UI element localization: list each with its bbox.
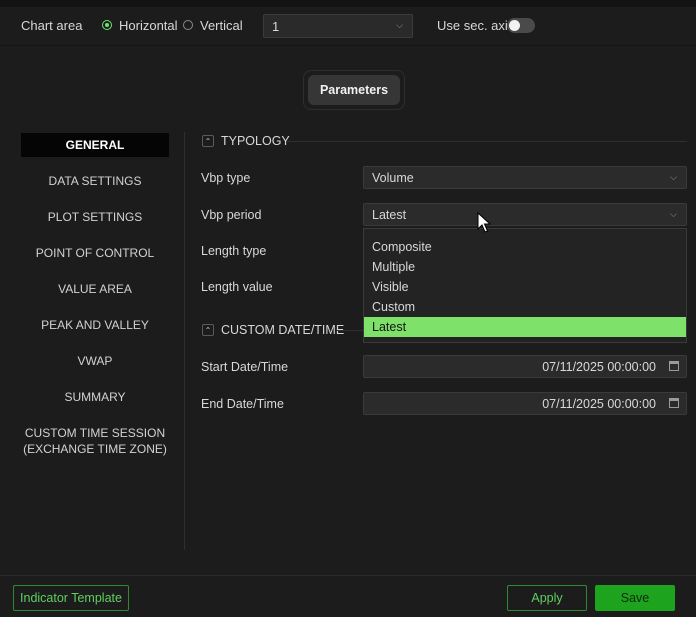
custom-datetime-divider bbox=[336, 330, 363, 331]
end-datetime-value: 07/11/2025 00:00:00 bbox=[542, 397, 656, 411]
horizontal-radio[interactable] bbox=[102, 20, 112, 30]
length-value-label: Length value bbox=[201, 280, 273, 294]
vbp-period-label: Vbp period bbox=[201, 208, 262, 222]
vbp-type-label: Vbp type bbox=[201, 171, 251, 185]
chart-select[interactable]: 1 ⌵ bbox=[263, 14, 413, 38]
vertical-radio-label[interactable]: Vertical bbox=[200, 18, 243, 33]
save-button[interactable]: Save bbox=[595, 585, 675, 611]
nav-item-plot-settings[interactable]: PLOT SETTINGS bbox=[21, 210, 169, 224]
start-datetime-label: Start Date/Time bbox=[201, 360, 289, 374]
typology-collapse-chevron-up-icon[interactable]: ⌃ bbox=[202, 135, 214, 147]
nav-item-vwap[interactable]: VWAP bbox=[21, 354, 169, 368]
vbp-type-value: Volume bbox=[372, 171, 414, 185]
custom-datetime-collapse-chevron-up-icon[interactable]: ⌃ bbox=[202, 324, 214, 336]
nav-item-point-of-control[interactable]: POINT OF CONTROL bbox=[21, 246, 169, 260]
dropdown-option-latest[interactable]: Latest bbox=[364, 317, 686, 337]
vertical-radio[interactable] bbox=[183, 20, 193, 30]
custom-datetime-section-title: CUSTOM DATE/TIME bbox=[221, 323, 345, 337]
nav-item-custom-time-session[interactable]: CUSTOM TIME SESSION (EXCHANGE TIME ZONE) bbox=[21, 426, 169, 456]
dropdown-option-visible[interactable]: Visible bbox=[364, 277, 686, 297]
parameters-button[interactable]: Parameters bbox=[308, 75, 400, 105]
start-datetime-input[interactable]: 07/11/2025 00:00:00 bbox=[363, 355, 687, 378]
dropdown-option-composite[interactable]: Composite bbox=[364, 237, 686, 257]
nav-item-custom-time-session-line1: CUSTOM TIME SESSION bbox=[24, 426, 166, 440]
typology-divider bbox=[286, 141, 687, 142]
vbp-period-value: Latest bbox=[372, 208, 407, 222]
parameters-tab-wrapper: Parameters bbox=[303, 70, 405, 110]
toggle-knob bbox=[509, 20, 520, 31]
apply-button[interactable]: Apply bbox=[507, 585, 587, 611]
chevron-down-icon: ⌵ bbox=[670, 209, 677, 219]
mouse-cursor-icon bbox=[477, 212, 491, 233]
chart-select-value: 1 bbox=[272, 19, 280, 34]
end-datetime-label: End Date/Time bbox=[201, 397, 284, 411]
horizontal-radio-label[interactable]: Horizontal bbox=[119, 18, 178, 33]
nav-item-peak-and-valley[interactable]: PEAK AND VALLEY bbox=[21, 318, 169, 332]
typology-section-title: TYPOLOGY bbox=[221, 134, 290, 148]
dropdown-option-custom[interactable]: Custom bbox=[364, 297, 686, 317]
indicator-template-button[interactable]: Indicator Template bbox=[13, 585, 129, 611]
calendar-icon[interactable] bbox=[669, 398, 679, 408]
nav-divider bbox=[184, 132, 185, 550]
sec-axis-label: Use sec. axis bbox=[437, 18, 515, 33]
nav-item-data-settings[interactable]: DATA SETTINGS bbox=[21, 174, 169, 188]
vbp-period-select[interactable]: Latest ⌵ bbox=[363, 203, 687, 226]
top-strip bbox=[0, 0, 696, 7]
chart-area-toolbar: Chart area Horizontal Vertical 1 ⌵ Use s… bbox=[0, 7, 696, 46]
start-datetime-value: 07/11/2025 00:00:00 bbox=[542, 360, 656, 374]
chevron-down-icon: ⌵ bbox=[670, 172, 677, 182]
chevron-down-icon: ⌵ bbox=[396, 20, 403, 30]
nav-item-value-area[interactable]: VALUE AREA bbox=[21, 282, 169, 296]
chart-area-label: Chart area bbox=[21, 18, 83, 33]
length-type-label: Length type bbox=[201, 244, 267, 258]
calendar-icon[interactable] bbox=[669, 361, 679, 371]
nav-item-general[interactable]: GENERAL bbox=[21, 133, 169, 157]
nav-item-custom-time-session-line2: (EXCHANGE TIME ZONE) bbox=[23, 442, 167, 456]
dropdown-option-multiple[interactable]: Multiple bbox=[364, 257, 686, 277]
sec-axis-toggle[interactable] bbox=[507, 18, 535, 33]
nav-item-summary[interactable]: SUMMARY bbox=[21, 390, 169, 404]
vbp-type-select[interactable]: Volume ⌵ bbox=[363, 166, 687, 189]
vbp-period-dropdown-list: Composite Multiple Visible Custom Latest bbox=[363, 228, 687, 343]
footer-bar: Indicator Template Apply Save bbox=[0, 575, 696, 617]
end-datetime-input[interactable]: 07/11/2025 00:00:00 bbox=[363, 392, 687, 415]
